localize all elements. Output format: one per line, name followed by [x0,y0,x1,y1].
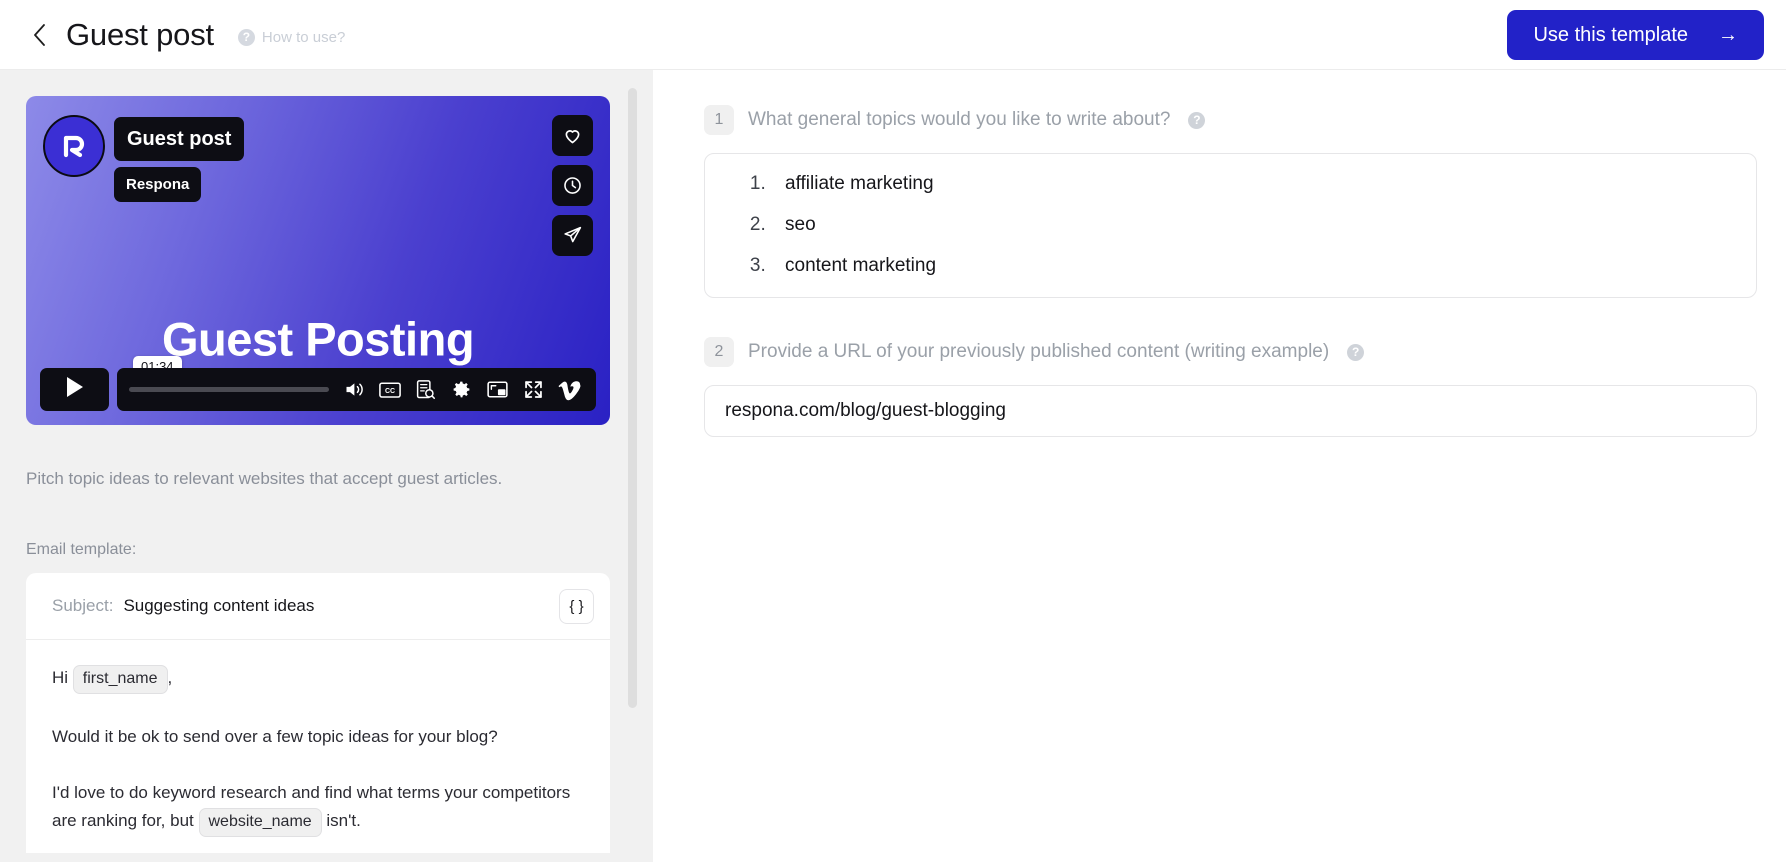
video-author-badge[interactable]: Respona [114,167,202,202]
share-plane-icon [562,225,583,246]
left-panel-scrollbar-thumb[interactable] [628,88,637,708]
question-1-header: 1 What general topics would you like to … [704,105,1757,135]
list-item[interactable]: content marketing [771,256,1730,275]
video-heading-text: Guest Posting [161,312,475,366]
volume-icon [343,379,364,400]
clock-icon [562,175,583,196]
picture-in-picture-button[interactable] [486,378,509,401]
paragraph-3-part-b: isn't. [326,810,361,830]
main-content: Guest post Respona Guest Posting 01:34 C… [0,70,1786,862]
watch-later-button[interactable] [552,165,593,206]
back-button[interactable] [22,18,56,52]
question-2-header: 2 Provide a URL of your previously publi… [704,337,1757,367]
picture-in-picture-icon [487,380,508,399]
question-1-answer-box[interactable]: affiliate marketing seo content marketin… [704,153,1757,298]
left-panel-scrollbar-track[interactable] [628,78,645,854]
template-description: Pitch topic ideas to relevant websites t… [26,469,503,488]
share-button[interactable] [552,215,593,256]
gear-icon [451,379,472,400]
question-1-text: What general topics would you like to wr… [748,109,1171,130]
vimeo-button[interactable] [558,378,581,401]
cc-icon: CC [378,381,401,399]
question-2-text: Provide a URL of your previously publish… [748,341,1330,362]
email-subject-value[interactable]: Suggesting content ideas [123,596,549,616]
url-input-value: respona.com/blog/guest-blogging [725,400,1006,421]
video-player[interactable]: Guest post Respona Guest Posting 01:34 C… [26,96,610,425]
email-paragraph-3: I'd love to do keyword research and find… [52,779,584,837]
transcript-button[interactable] [414,378,437,401]
greeting-suffix: , [167,668,173,687]
how-to-use-label: How to use? [261,28,346,46]
greeting-prefix: Hi [52,668,69,687]
fullscreen-button[interactable] [522,378,545,401]
email-subject-row: Subject: Suggesting content ideas { } [26,573,610,640]
list-item[interactable]: affiliate marketing [771,174,1730,193]
svg-text:CC: CC [384,388,394,395]
play-icon [64,375,86,404]
questions-panel: 1 What general topics would you like to … [653,70,1786,862]
transcript-search-icon [415,379,436,400]
question-1-number: 1 [704,105,734,135]
arrow-right-icon: → [1718,24,1738,46]
chevron-left-icon [33,23,46,46]
video-progress-slider[interactable] [129,387,329,392]
use-this-template-button[interactable]: Use this template → [1507,10,1764,60]
email-paragraph-2: Would it be ok to send over a few topic … [52,726,498,746]
question-2-number: 2 [704,337,734,367]
respona-logo-icon [43,115,105,177]
question-2-url-input[interactable]: respona.com/blog/guest-blogging [704,385,1757,437]
topics-list: affiliate marketing seo content marketin… [731,174,1730,275]
use-template-label: Use this template [1533,23,1688,46]
insert-variable-button[interactable]: { } [559,588,594,624]
video-title-overlay: Guest post Respona [43,115,245,202]
email-greeting-paragraph: Hi first_name, [52,664,584,694]
question-circle-icon[interactable]: ? [1347,343,1365,361]
page-title: Guest post [66,16,214,52]
video-action-buttons [552,115,593,256]
email-template-card: Subject: Suggesting content ideas { } Hi… [26,573,610,853]
email-subject-label: Subject: [52,596,114,615]
video-controls-bar: CC [40,368,596,411]
variable-token-first-name[interactable]: first_name [72,665,168,694]
top-header-bar: Guest post ? How to use? Use this templa… [0,0,1786,70]
like-button[interactable] [552,115,593,156]
email-body: Hi first_name, Would it be ok to send ov… [26,640,610,837]
fullscreen-icon [523,379,544,400]
how-to-use-link[interactable]: ? How to use? [237,28,346,46]
list-item[interactable]: seo [771,215,1730,234]
captions-button[interactable]: CC [378,378,401,401]
play-button[interactable] [40,368,109,411]
email-template-label: Email template: [26,541,137,558]
vimeo-logo-icon [558,379,582,401]
settings-button[interactable] [450,378,473,401]
question-circle-icon: ? [237,28,255,46]
video-title-badge: Guest post [114,117,245,161]
question-circle-icon[interactable]: ? [1188,111,1206,129]
volume-button[interactable] [342,378,365,401]
template-preview-panel: Guest post Respona Guest Posting 01:34 C… [0,70,653,862]
variable-token-website-name[interactable]: website_name [198,807,322,837]
heart-icon [562,125,583,146]
